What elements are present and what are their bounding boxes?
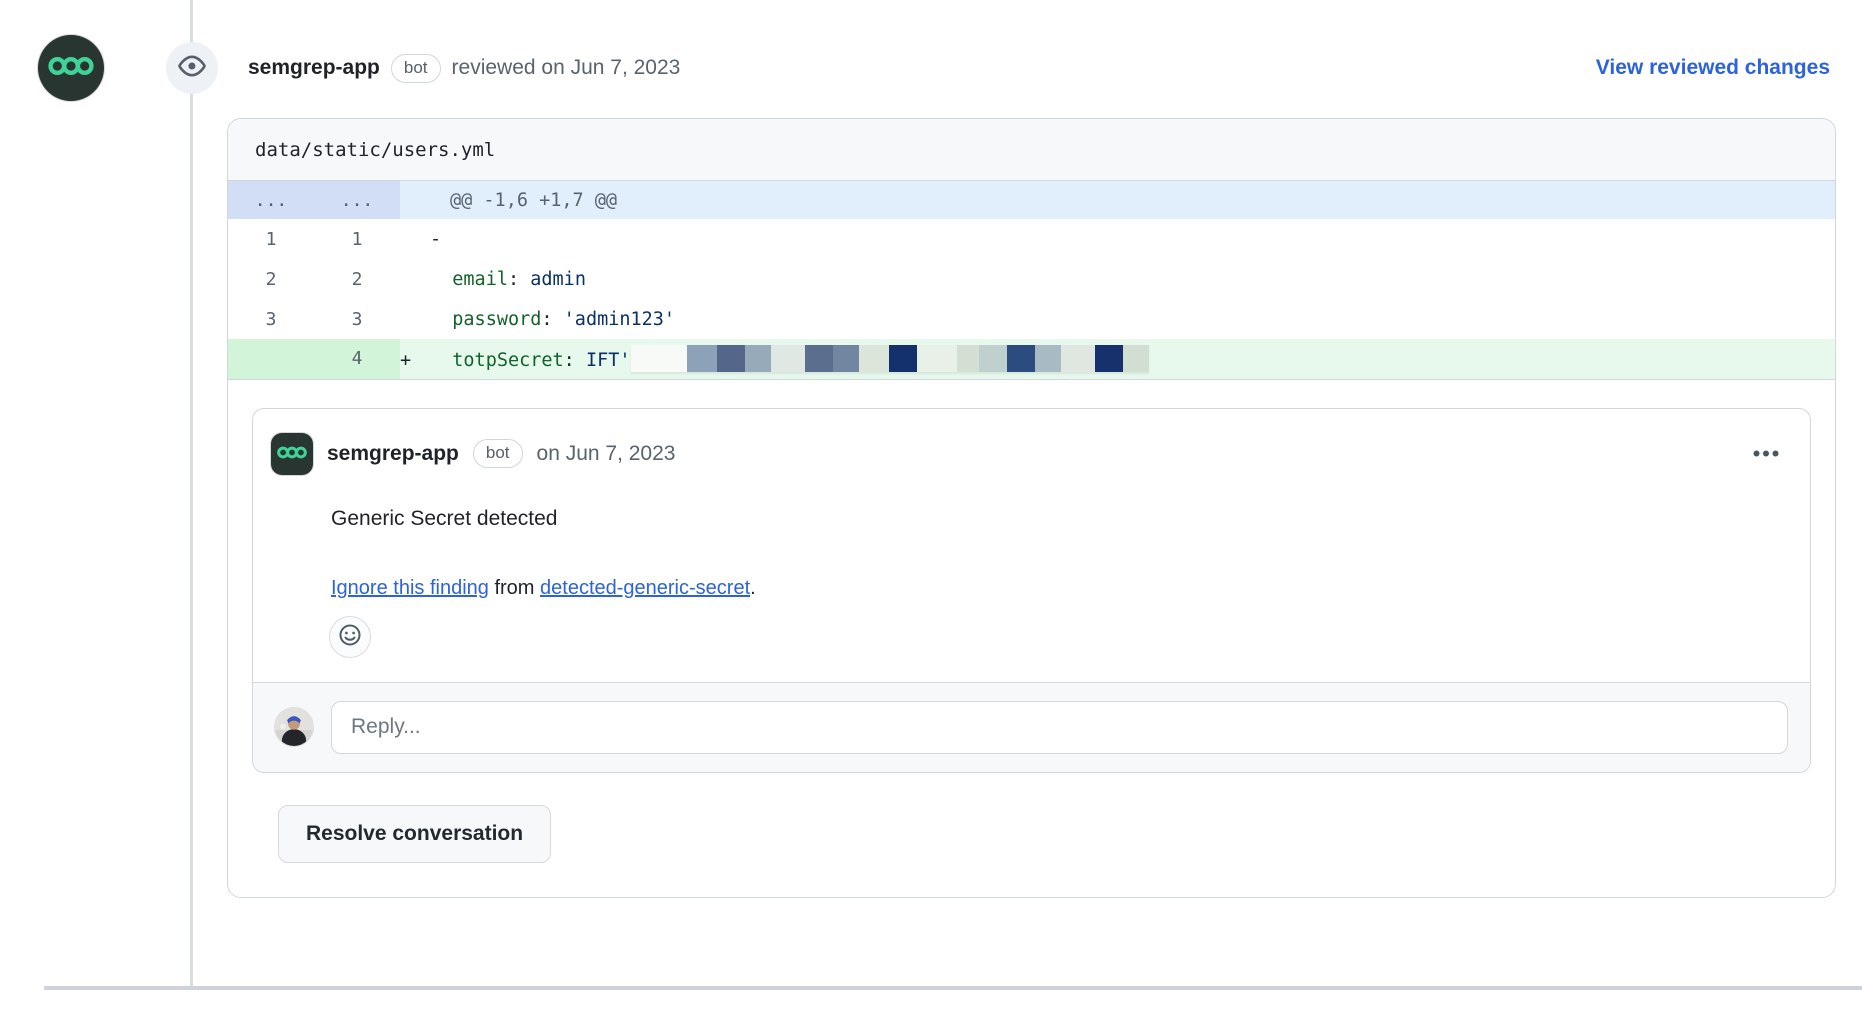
yaml-key: password <box>452 309 541 330</box>
current-user-avatar <box>275 708 313 746</box>
yaml-value: IFT' <box>586 350 631 371</box>
comment: semgrep-app bot on Jun 7, 2023 Generic S… <box>253 409 1810 682</box>
comment-thread: semgrep-app bot on Jun 7, 2023 Generic S… <box>252 408 1811 773</box>
code-line: password: 'admin123' <box>400 299 1835 339</box>
comment-date: on Jun 7, 2023 <box>537 442 676 466</box>
semgrep-logo-icon <box>48 55 94 82</box>
diff-row-added: 4 + totpSecret: IFT' <box>228 339 1835 379</box>
ignore-finding-link[interactable]: Ignore this finding <box>331 577 489 599</box>
bot-badge: bot <box>391 54 441 83</box>
hunk-new-cell: ... <box>314 181 400 219</box>
hunk-header-text: @@ -1,6 +1,7 @@ <box>400 181 1835 219</box>
redacted-secret-blur <box>631 345 1149 372</box>
resolve-row: Resolve conversation <box>228 773 1835 897</box>
kebab-horizontal-icon <box>1752 446 1780 461</box>
timeline-rail <box>190 0 193 986</box>
new-line-number: 1 <box>314 219 400 259</box>
code-line: - <box>400 219 1835 259</box>
hunk-old-cell: ... <box>228 181 314 219</box>
new-line-number: 3 <box>314 299 400 339</box>
old-line-number <box>228 339 314 379</box>
links-after-text: . <box>750 577 756 599</box>
links-between-text: from <box>489 577 540 599</box>
comment-body: Generic Secret detected <box>331 507 1788 531</box>
yaml-key: totpSecret <box>452 350 563 371</box>
code-line: + totpSecret: IFT' <box>400 339 1835 379</box>
code-line: email: admin <box>400 259 1835 299</box>
eye-icon <box>178 52 206 85</box>
yaml-value: 'admin123' <box>564 309 675 330</box>
diff-plus-sign: + <box>400 350 430 371</box>
reply-input[interactable] <box>331 701 1788 754</box>
diff-file-path: data/static/users.yml <box>228 119 1835 181</box>
new-line-number: 4 <box>314 339 400 379</box>
bot-badge: bot <box>473 439 523 468</box>
review-header: semgrep-app bot reviewed on Jun 7, 2023 <box>248 35 680 101</box>
old-line-number: 1 <box>228 219 314 259</box>
reply-bar <box>253 682 1810 772</box>
add-reaction-button[interactable] <box>329 616 371 658</box>
smiley-icon <box>338 623 362 650</box>
semgrep-logo-icon <box>277 442 307 466</box>
diff-row: 2 2 email: admin <box>228 259 1835 299</box>
review-meta: reviewed on Jun 7, 2023 <box>452 56 681 80</box>
new-line-number: 2 <box>314 259 400 299</box>
reaction-row <box>329 616 1788 658</box>
review-author-link[interactable]: semgrep-app <box>248 56 380 80</box>
reviewer-avatar[interactable] <box>38 35 104 101</box>
diff-hunk-row: ... ... @@ -1,6 +1,7 @@ <box>228 181 1835 219</box>
comment-footer-links: Ignore this finding from detected-generi… <box>331 577 1788 600</box>
yaml-value: admin <box>530 269 586 290</box>
comment-menu-button[interactable] <box>1744 440 1788 467</box>
review-event-badge <box>166 42 218 94</box>
comment-header: semgrep-app bot on Jun 7, 2023 <box>271 433 1788 475</box>
thread-wrapper: semgrep-app bot on Jun 7, 2023 Generic S… <box>228 380 1835 773</box>
diff-table: ... ... @@ -1,6 +1,7 @@ 1 1 - 2 2 email:… <box>228 181 1835 380</box>
resolve-conversation-button[interactable]: Resolve conversation <box>278 805 551 863</box>
review-card: data/static/users.yml ... ... @@ -1,6 +1… <box>227 118 1836 898</box>
yaml-key: email <box>452 269 508 290</box>
rule-link[interactable]: detected-generic-secret <box>540 577 750 599</box>
code-text: - <box>430 229 441 250</box>
diff-row: 1 1 - <box>228 219 1835 259</box>
diff-row: 3 3 password: 'admin123' <box>228 299 1835 339</box>
view-reviewed-changes-link[interactable]: View reviewed changes <box>1596 35 1830 101</box>
section-divider <box>44 986 1862 990</box>
old-line-number: 2 <box>228 259 314 299</box>
comment-author-link[interactable]: semgrep-app <box>327 442 459 466</box>
old-line-number: 3 <box>228 299 314 339</box>
comment-author-avatar[interactable] <box>271 433 313 475</box>
